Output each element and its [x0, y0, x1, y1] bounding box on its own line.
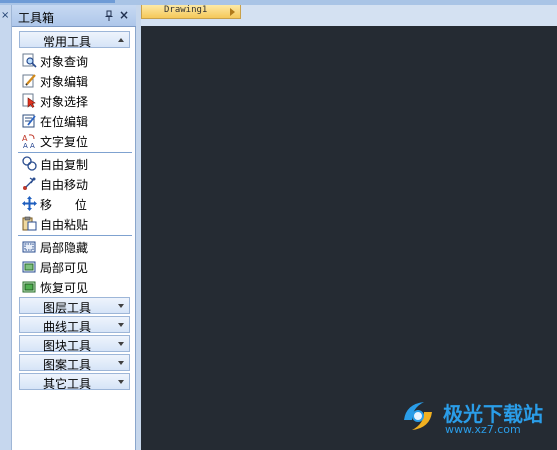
top-strip-highlight	[0, 0, 115, 3]
group-label: 其它工具	[42, 377, 91, 391]
document-tab-bar: Drawing1	[141, 5, 557, 26]
tool-restore-visible[interactable]: 恢复可见	[22, 277, 132, 296]
chevron-down-icon	[118, 323, 124, 327]
pin-icon[interactable]	[104, 10, 114, 22]
tool-move[interactable]: 移 位	[22, 194, 132, 213]
free-move-icon	[23, 177, 36, 190]
inplace-edit-icon	[22, 114, 36, 128]
tool-label: 在位编辑	[40, 115, 89, 129]
tool-object-select[interactable]: 对象选择	[22, 91, 132, 110]
paste-icon	[22, 216, 37, 231]
tool-partial-show[interactable]: 局部可见	[22, 257, 132, 276]
group-curve-tools[interactable]: 曲线工具	[19, 316, 130, 334]
chevron-up-icon	[118, 38, 124, 42]
chevron-down-icon	[118, 380, 124, 384]
toolbox-title: 工具箱	[18, 11, 55, 25]
tool-inplace-edit[interactable]: 在位编辑	[22, 111, 132, 130]
tool-label: 对象选择	[40, 95, 89, 109]
tool-label: 对象查询	[40, 55, 89, 69]
group-label: 曲线工具	[42, 320, 91, 334]
tool-label: 自由移动	[40, 178, 89, 192]
tool-label: 恢复可见	[40, 281, 89, 295]
tool-label: 局部可见	[40, 261, 89, 275]
left-strip-close-icon[interactable]: ×	[1, 10, 9, 21]
select-arrow-icon	[22, 93, 36, 108]
group-common-tools[interactable]: 常用工具	[19, 31, 130, 49]
text-reset-icon: A A A	[22, 134, 35, 148]
svg-text:A: A	[30, 142, 35, 148]
copy-circles-icon	[22, 156, 37, 171]
watermark: 极光下载站 www.xz7.com	[398, 392, 555, 444]
svg-text:A: A	[23, 142, 28, 148]
group-pattern-tools[interactable]: 图案工具	[19, 354, 130, 372]
partial-show-icon	[22, 261, 36, 273]
separator	[18, 152, 132, 153]
move-cross-icon	[22, 196, 37, 211]
group-block-tools[interactable]: 图块工具	[19, 335, 130, 353]
toolbox-panel: 工具箱 × 常用工具 对象查询 对象编辑 对象选择 在位编辑 A A A 文字复…	[12, 5, 136, 450]
left-collapsed-strip: ×	[0, 5, 12, 450]
tool-label: 自由粘贴	[40, 218, 89, 232]
tab-arrow-icon[interactable]	[230, 8, 235, 16]
group-layer-tools[interactable]: 图层工具	[19, 297, 130, 315]
tool-label: 自由复制	[40, 158, 89, 172]
tool-free-move[interactable]: 自由移动	[22, 174, 132, 193]
group-label: 图层工具	[42, 301, 91, 315]
chevron-down-icon	[118, 342, 124, 346]
chevron-down-icon	[118, 361, 124, 365]
tool-free-copy[interactable]: 自由复制	[22, 154, 132, 173]
restore-visible-icon	[22, 281, 36, 293]
group-other-tools[interactable]: 其它工具	[19, 373, 130, 391]
site-logo-icon	[404, 402, 432, 430]
pencil-doc-icon	[22, 74, 36, 88]
group-label: 图块工具	[42, 339, 91, 353]
tool-text-reset[interactable]: A A A 文字复位	[22, 131, 132, 150]
tab-drawing1[interactable]: Drawing1	[141, 5, 241, 19]
group-label: 图案工具	[42, 358, 91, 372]
drawing-canvas[interactable]	[141, 26, 557, 450]
chevron-down-icon	[118, 304, 124, 308]
tool-partial-hide[interactable]: 局部隐藏	[22, 237, 132, 256]
toolbox-header: 工具箱 ×	[12, 5, 136, 27]
close-icon[interactable]: ×	[119, 8, 129, 22]
tab-label: Drawing1	[164, 5, 208, 15]
tool-label: 移 位	[40, 198, 87, 212]
tool-object-edit[interactable]: 对象编辑	[22, 71, 132, 90]
tool-label: 文字复位	[40, 135, 89, 149]
tool-object-query[interactable]: 对象查询	[22, 51, 132, 70]
separator	[18, 235, 132, 236]
tool-free-paste[interactable]: 自由粘贴	[22, 214, 132, 233]
tool-label: 局部隐藏	[40, 241, 89, 255]
magnifier-doc-icon	[22, 53, 37, 68]
watermark-url: www.xz7.com	[445, 423, 521, 436]
partial-hide-icon	[22, 241, 36, 253]
group-label: 常用工具	[42, 35, 91, 49]
tool-label: 对象编辑	[40, 75, 89, 89]
